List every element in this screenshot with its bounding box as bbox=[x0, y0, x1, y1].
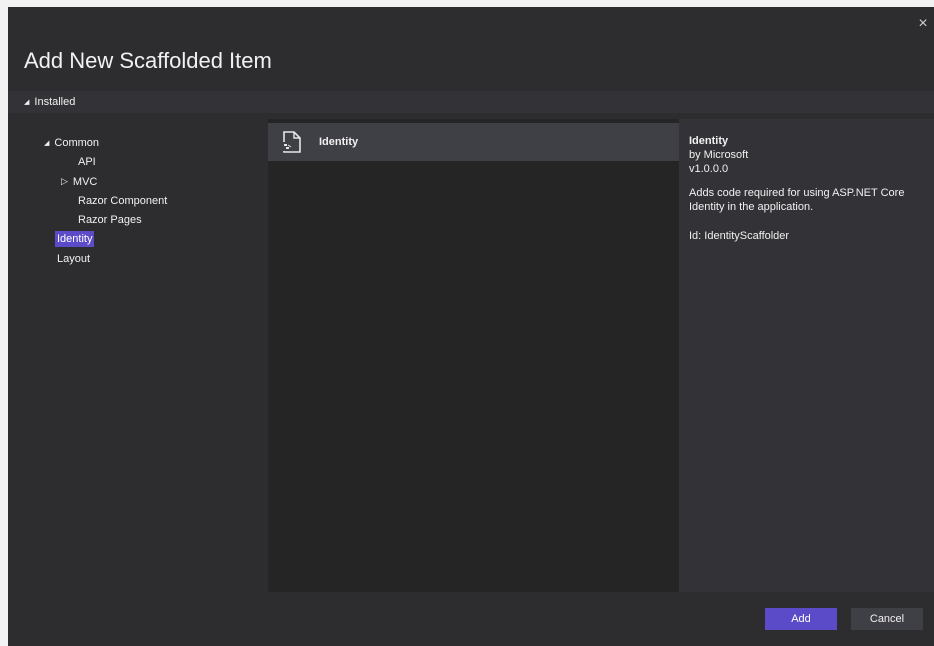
tree-item-layout[interactable]: Layout bbox=[57, 251, 90, 267]
expand-triangle-icon[interactable]: ◢ bbox=[24, 92, 29, 114]
dialog-footer: Add Cancel bbox=[8, 592, 934, 646]
details-author: by Microsoft bbox=[689, 149, 749, 161]
template-list: Identity bbox=[268, 119, 679, 592]
tree-item-label: Razor Component bbox=[78, 195, 168, 207]
installed-label: Installed bbox=[34, 96, 76, 108]
details-panel: Identity by Microsoft v1.0.0.0 Adds code… bbox=[679, 119, 934, 592]
tree-item-razor-component[interactable]: Razor Component bbox=[78, 193, 167, 209]
tree-item-label: MVC bbox=[72, 176, 98, 188]
tree-item-label: Layout bbox=[57, 253, 91, 265]
details-version: v1.0.0.0 bbox=[689, 163, 729, 175]
tree-item-label: Common bbox=[54, 137, 100, 149]
collapse-triangle-icon[interactable]: ▷ bbox=[61, 173, 68, 189]
details-description: Adds code required for using ASP.NET Cor… bbox=[689, 187, 905, 213]
add-scaffolded-item-dialog: × Add New Scaffolded Item ◢ Installed ◢ Co… bbox=[8, 7, 934, 646]
dialog-title: Add New Scaffolded Item bbox=[24, 48, 272, 73]
tree-item-label: API bbox=[78, 156, 96, 168]
tree-item-label: Identity bbox=[57, 233, 93, 245]
cancel-button[interactable]: Cancel bbox=[851, 608, 923, 630]
add-button[interactable]: Add bbox=[765, 608, 837, 630]
tree-item-label: Razor Pages bbox=[78, 214, 142, 226]
tree-item-identity[interactable]: Identity bbox=[55, 231, 95, 247]
installed-header[interactable]: ◢ Installed bbox=[8, 91, 934, 113]
scaffold-file-icon bbox=[281, 130, 303, 154]
category-tree: ◢ Common API ▷ MVC Razor Component Razor P… bbox=[8, 119, 268, 592]
details-title: Identity bbox=[689, 135, 729, 147]
tree-item-mvc[interactable]: ▷ MVC bbox=[61, 173, 97, 189]
template-item-identity[interactable]: Identity bbox=[268, 123, 679, 161]
tree-item-razor-pages[interactable]: Razor Pages bbox=[78, 212, 142, 228]
close-icon[interactable]: × bbox=[916, 16, 930, 32]
expand-triangle-icon[interactable]: ◢ bbox=[44, 136, 49, 152]
details-id: Id: IdentityScaffolder bbox=[689, 230, 790, 242]
template-item-label: Identity bbox=[319, 136, 359, 148]
tree-item-common[interactable]: ◢ Common bbox=[44, 135, 99, 151]
tree-item-api[interactable]: API bbox=[78, 154, 96, 170]
